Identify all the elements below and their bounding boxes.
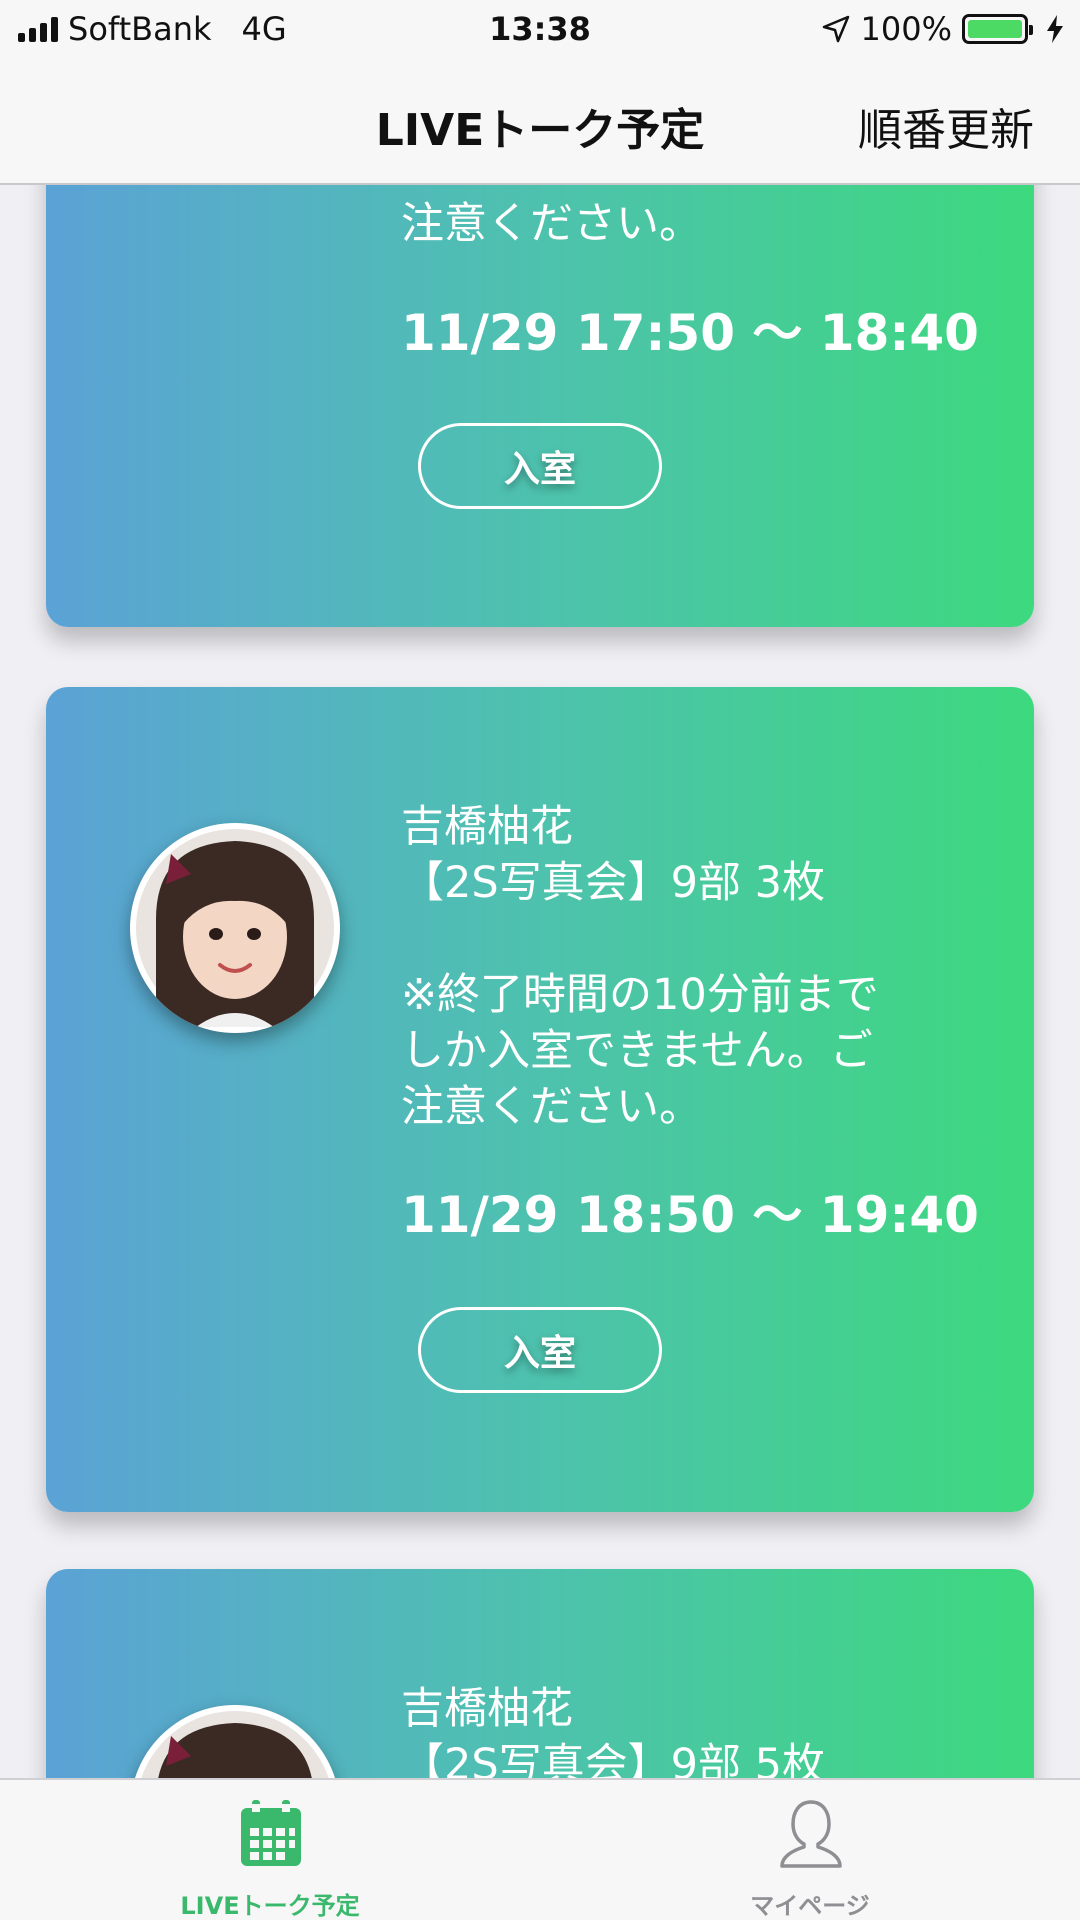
time-range: 11/29 17:50 〜 18:40 (401, 304, 979, 362)
calendar-icon (241, 1800, 301, 1866)
card-notice: しか入室できません。ご 注意ください。 (401, 185, 1001, 252)
notice-line: しか入室できません。ご (401, 185, 1001, 196)
location-arrow-icon (822, 15, 849, 43)
tab-live-talk-schedule[interactable]: LIVEトーク予定 (0, 1780, 540, 1920)
nav-bar: LIVEトーク予定 順番更新 (0, 60, 1080, 185)
card-info: 吉橋柚花 【2S写真会】9部 5枚 (401, 1681, 1001, 1778)
live-talk-card: しか入室できません。ご 注意ください。 11/29 17:50 〜 18:40 … (46, 185, 1034, 627)
notice-line: 注意ください。 (401, 1082, 702, 1132)
notice-line: ※終了時間の10分前まで (401, 970, 879, 1020)
enter-room-button[interactable]: 入室 (418, 1307, 662, 1393)
reorder-refresh-button[interactable]: 順番更新 (858, 94, 1034, 158)
person-icon (780, 1800, 842, 1868)
tab-label: マイページ (750, 1892, 870, 1920)
avatar (130, 823, 340, 1033)
notice-line: しか入室できません。ご (401, 1026, 873, 1076)
notice-line: 注意ください。 (401, 199, 702, 249)
battery-icon (962, 14, 1033, 44)
battery-percent: 100% (860, 10, 952, 48)
member-name: 吉橋柚花 (401, 1684, 573, 1734)
live-talk-card: 吉橋柚花 【2S写真会】9部 3枚 ※終了時間の10分前まで しか入室できません… (46, 687, 1034, 1512)
status-right: 100% (821, 10, 1066, 48)
charging-bolt-icon (1047, 15, 1063, 43)
avatar (130, 1705, 340, 1778)
tab-my-page[interactable]: マイページ (540, 1780, 1080, 1920)
live-talk-card: 吉橋柚花 【2S写真会】9部 5枚 (46, 1569, 1034, 1778)
tab-label: LIVEトーク予定 (180, 1892, 360, 1920)
event-name: 【2S写真会】9部 5枚 (401, 1740, 826, 1778)
card-info: 吉橋柚花 【2S写真会】9部 3枚 ※終了時間の10分前まで しか入室できません… (401, 799, 1001, 1135)
time-range: 11/29 18:50 〜 19:40 (401, 1186, 979, 1244)
tab-bar: LIVEトーク予定 マイページ (0, 1778, 1080, 1920)
status-bar: SoftBank 4G 13:38 100% (0, 0, 1080, 60)
member-name: 吉橋柚花 (401, 802, 573, 852)
schedule-list[interactable]: しか入室できません。ご 注意ください。 11/29 17:50 〜 18:40 … (0, 185, 1080, 1778)
enter-room-button[interactable]: 入室 (418, 423, 662, 509)
member-photo (136, 829, 334, 1027)
event-name: 【2S写真会】9部 3枚 (401, 858, 826, 908)
member-photo (141, 1711, 329, 1778)
